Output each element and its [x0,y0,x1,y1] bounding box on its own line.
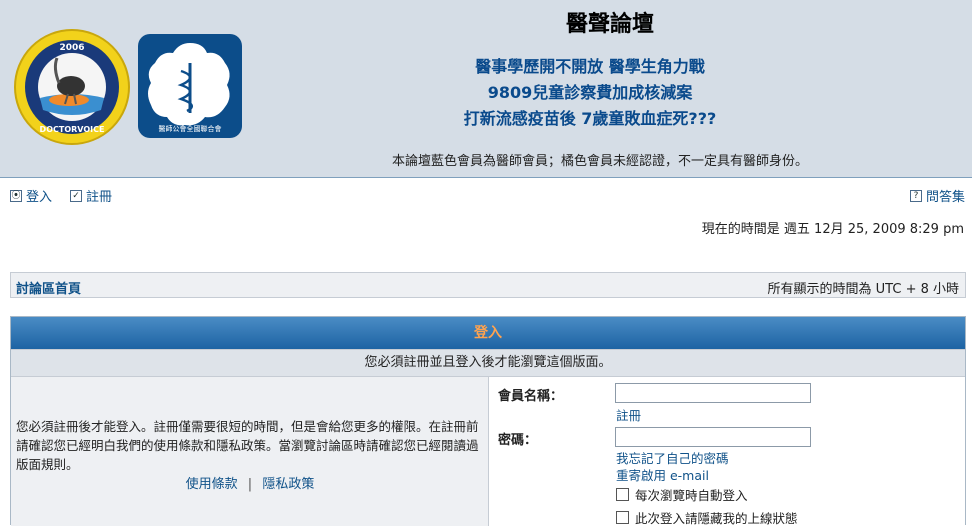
forum-index-link[interactable]: 討論區首頁 [16,278,81,297]
faq-link-label: 問答集 [925,190,965,205]
register-check-icon: ✓ [70,189,82,202]
login-form: 會員名稱： 註冊 密碼： 我忘記了自己的密碼 重寄啟用 e-mail 每次瀏覽時… [490,377,965,526]
policy-links: 使用條款 | 隱私政策 [11,473,489,492]
login-panel: 登入 您必須註冊並且登入後才能瀏覽這個版面。 您必須註冊後才能登入。註冊僅需要很… [10,316,966,526]
question-icon: ? [909,189,922,202]
logo-name-text: DOCTORVOICE [40,125,105,134]
breadcrumb: 討論區首頁 所有顯示的時間為 UTC + 8 小時 [10,272,966,298]
navbar: ⦿ 登入 ✓ 註冊 ? 問答集 [10,186,965,206]
doctorvoice-logo-icon: 2006 DOCTORVOICE [14,29,130,145]
site-title: 醫聲論壇 [565,11,654,37]
terms-link[interactable]: 使用條款 [186,477,238,492]
autologin-checkbox[interactable] [616,488,629,501]
tma-logo-icon: 醫師公會全國聯合會 [138,34,242,138]
username-input[interactable] [615,383,811,403]
username-label: 會員名稱： [498,389,564,404]
headline-link-3[interactable]: 打新流感疫苗後 7歲童敗血症死??? [380,105,800,129]
site-header: 2006 DOCTORVOICE 醫師公會全國聯合會 醫聲論壇 醫事學歷開不開放… [0,0,972,178]
headline-link-1[interactable]: 醫事學歷開不開放 醫學生角力戰 [380,53,800,77]
login-info-section: 您必須註冊後才能登入。註冊僅需要很短的時間，但是會給您更多的權限。在註冊前請確認… [11,377,489,526]
login-icon: ⦿ [10,189,22,202]
faq-link[interactable]: ? 問答集 [909,186,965,205]
login-info-text: 您必須註冊後才能登入。註冊僅需要很短的時間，但是會給您更多的權限。在註冊前請確認… [16,419,479,472]
password-label: 密碼： [498,433,538,448]
autologin-option: 每次瀏覽時自動登入 [616,485,748,504]
privacy-link[interactable]: 隱私政策 [262,477,314,492]
register-nav-label: 註冊 [86,190,113,205]
login-link-label: 登入 [26,190,53,205]
hide-online-checkbox[interactable] [616,511,629,524]
member-note: 本論壇藍色會員為醫師會員；橘色會員未經認證，不一定具有醫師身份。 [391,154,808,169]
login-panel-title: 登入 [11,317,965,349]
tma-logo[interactable]: 醫師公會全國聯合會 [137,33,243,139]
doctorvoice-logo[interactable]: 2006 DOCTORVOICE [13,28,131,146]
current-time: 現在的時間是 週五 12月 25, 2009 8:29 pm [701,222,964,237]
register-nav-link[interactable]: ✓ 註冊 [70,186,112,205]
login-link[interactable]: ⦿ 登入 [10,186,52,205]
timezone-note: 所有顯示的時間為 UTC + 8 小時 [767,282,959,297]
policy-separator: | [247,477,253,492]
tma-chinese-text: 醫師公會全國聯合會 [159,124,222,133]
password-input[interactable] [615,427,811,447]
resend-activation-link[interactable]: 重寄啟用 e-mail [616,465,709,484]
autologin-label: 每次瀏覽時自動登入 [635,488,748,503]
register-link[interactable]: 註冊 [616,405,641,424]
logo-year-text: 2006 [59,43,84,53]
hide-online-label: 此次登入請隱藏我的上線狀態 [635,511,798,526]
login-required-notice: 您必須註冊並且登入後才能瀏覽這個版面。 [11,349,965,377]
hide-online-option: 此次登入請隱藏我的上線狀態 [616,508,798,527]
headline-link-2[interactable]: 9809兒童診察費加成核減案 [380,79,800,103]
